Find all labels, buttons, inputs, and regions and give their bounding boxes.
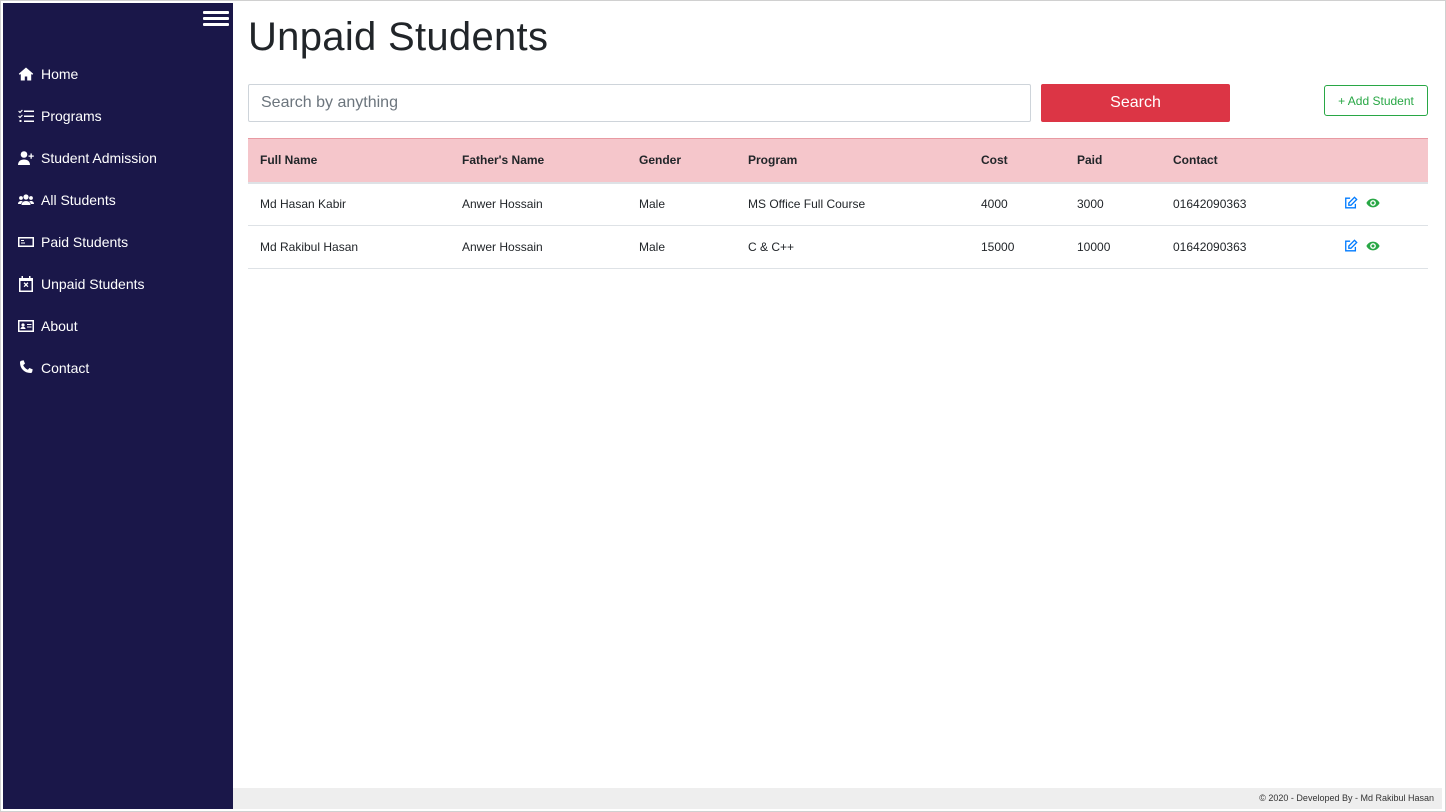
column-header[interactable]: Paid: [1065, 138, 1161, 184]
sidebar-item-label: Unpaid Students: [41, 276, 145, 292]
eye-icon[interactable]: [1366, 196, 1380, 213]
cell-contact: 01642090363: [1161, 182, 1332, 226]
list-check-icon: [17, 108, 35, 124]
cell-program: MS Office Full Course: [736, 182, 969, 226]
cell-paid: 10000: [1065, 225, 1161, 269]
sidebar-item-label: Contact: [41, 360, 90, 376]
page-title: Unpaid Students: [248, 15, 549, 59]
cell-fathers-name: Anwer Hossain: [450, 225, 627, 269]
cell-program: C & C++: [736, 225, 969, 269]
cell-gender: Male: [627, 225, 736, 269]
column-header[interactable]: Cost: [969, 138, 1065, 184]
sidebar-item-label: Programs: [41, 108, 102, 124]
home-icon: [17, 66, 35, 82]
sidebar-item-contact[interactable]: Contact: [3, 347, 233, 389]
column-header[interactable]: Contact: [1161, 138, 1332, 184]
cell-fathers-name: Anwer Hossain: [450, 182, 627, 226]
cell-cost: 15000: [969, 225, 1065, 269]
footer: © 2020 - Developed By - Md Rakibul Hasan: [233, 788, 1442, 809]
column-header[interactable]: Program: [736, 138, 969, 184]
cell-contact: 01642090363: [1161, 225, 1332, 269]
sidebar-item-label: All Students: [41, 192, 116, 208]
sidebar-item-all-students[interactable]: All Students: [3, 179, 233, 221]
column-header[interactable]: Father's Name: [450, 138, 627, 184]
users-icon: [17, 192, 35, 208]
add-student-button[interactable]: + Add Student: [1324, 85, 1428, 116]
cell-gender: Male: [627, 182, 736, 226]
edit-icon[interactable]: [1344, 238, 1358, 256]
id-card-icon: [17, 318, 35, 334]
phone-icon: [17, 360, 35, 376]
sidebar: Home Programs Student Admission All Stud…: [3, 3, 233, 809]
sidebar-item-programs[interactable]: Programs: [3, 95, 233, 137]
menu-toggle-icon[interactable]: [203, 11, 229, 29]
sidebar-item-label: Home: [41, 66, 79, 82]
sidebar-nav: Home Programs Student Admission All Stud…: [3, 53, 233, 389]
column-header[interactable]: Full Name: [248, 138, 450, 184]
table-row: Md Rakibul Hasan Anwer Hossain Male C & …: [248, 225, 1428, 269]
user-plus-icon: [17, 150, 35, 166]
sidebar-item-paid-students[interactable]: Paid Students: [3, 221, 233, 263]
sidebar-item-label: Student Admission: [41, 150, 157, 166]
search-input[interactable]: [248, 84, 1031, 122]
cell-full-name: Md Rakibul Hasan: [248, 225, 450, 269]
sidebar-item-label: Paid Students: [41, 234, 129, 250]
cell-actions: [1332, 225, 1428, 269]
eye-icon[interactable]: [1366, 239, 1380, 256]
sidebar-item-about[interactable]: About: [3, 305, 233, 347]
sidebar-item-student-admission[interactable]: Student Admission: [3, 137, 233, 179]
students-table: Full Name Father's Name Gender Program C…: [248, 138, 1428, 269]
cell-cost: 4000: [969, 182, 1065, 226]
table-header-row: Full Name Father's Name Gender Program C…: [248, 138, 1428, 184]
sidebar-item-label: About: [41, 318, 78, 334]
sidebar-item-unpaid-students[interactable]: Unpaid Students: [3, 263, 233, 305]
cell-actions: [1332, 182, 1428, 226]
actions-column-header: [1332, 138, 1428, 184]
column-header[interactable]: Gender: [627, 138, 736, 184]
calendar-x-icon: [17, 276, 35, 292]
search-button[interactable]: Search: [1041, 84, 1230, 122]
cell-full-name: Md Hasan Kabir: [248, 182, 450, 226]
money-bill-icon: [17, 234, 35, 250]
table-row: Md Hasan Kabir Anwer Hossain Male MS Off…: [248, 182, 1428, 226]
cell-paid: 3000: [1065, 182, 1161, 226]
sidebar-item-home[interactable]: Home: [3, 53, 233, 95]
edit-icon[interactable]: [1344, 196, 1358, 213]
